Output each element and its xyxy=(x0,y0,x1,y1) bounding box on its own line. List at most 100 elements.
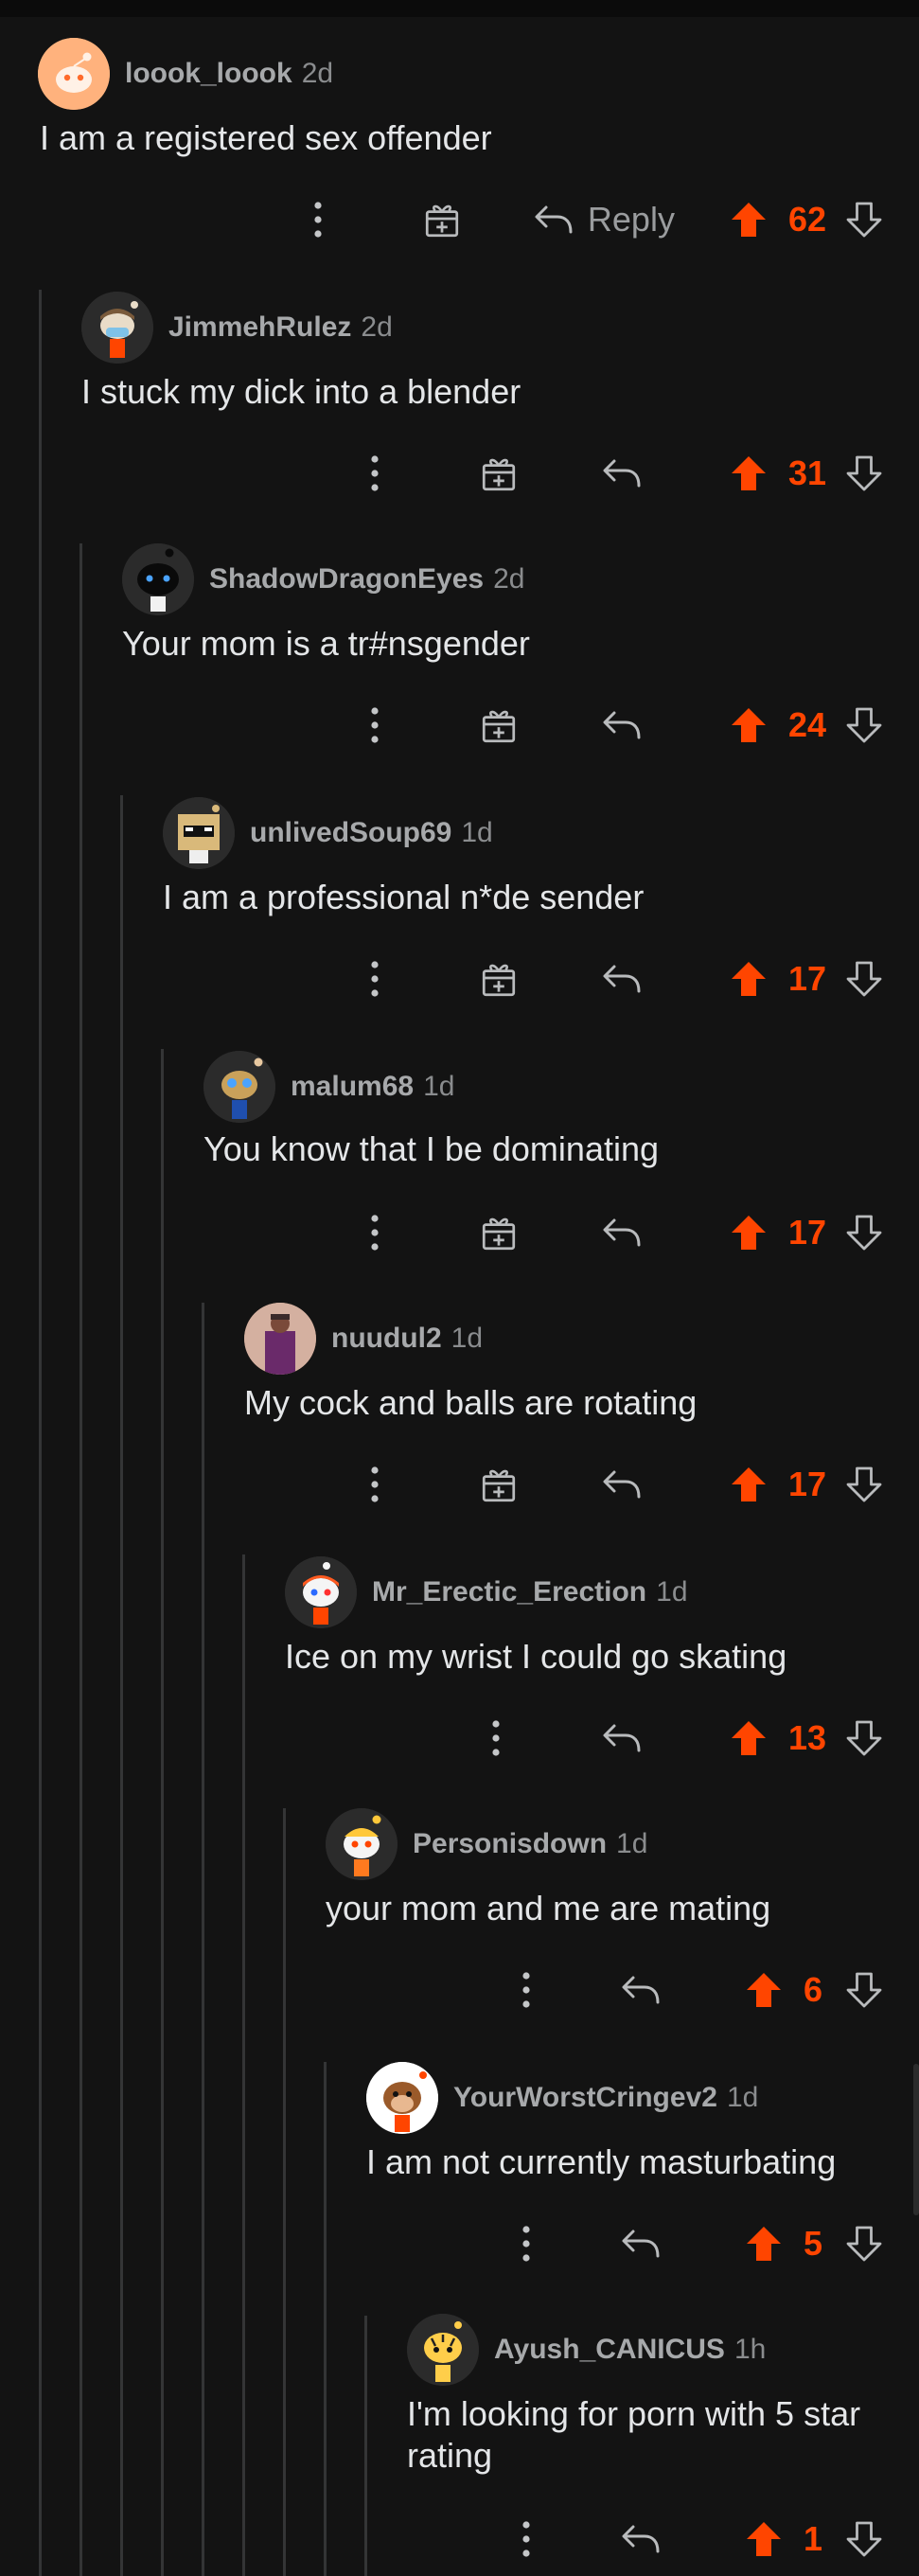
more-options-button[interactable] xyxy=(482,1719,510,1757)
upvote-button[interactable] xyxy=(728,706,769,744)
more-options-button[interactable] xyxy=(361,1466,389,1503)
award-button[interactable] xyxy=(476,959,521,999)
upvote-button[interactable] xyxy=(728,201,769,239)
thread-line-3[interactable] xyxy=(120,795,123,2576)
comment-body: Your mom is a tr#nsgender xyxy=(122,624,530,663)
upvote-arrow-icon xyxy=(730,706,768,744)
reply-icon xyxy=(601,1722,643,1754)
snoo-avatar-box-icon[interactable] xyxy=(163,797,235,869)
upvote-arrow-icon xyxy=(730,960,768,998)
upvote-arrow-icon xyxy=(730,1466,768,1503)
downvote-button[interactable] xyxy=(843,2520,885,2558)
more-options-button[interactable] xyxy=(512,2225,540,2263)
downvote-button[interactable] xyxy=(843,2225,885,2263)
reply-button[interactable] xyxy=(601,1461,643,1508)
reply-button[interactable] xyxy=(601,1714,643,1762)
award-button[interactable] xyxy=(476,453,521,493)
upvote-button[interactable] xyxy=(728,1466,769,1503)
award-button[interactable] xyxy=(419,200,465,240)
more-options-button[interactable] xyxy=(361,1214,389,1252)
more-icon xyxy=(370,454,380,492)
upvote-button[interactable] xyxy=(743,2225,785,2263)
vote-score: 62 xyxy=(787,200,826,239)
photo-avatar-purple-icon[interactable] xyxy=(244,1303,316,1375)
more-icon xyxy=(521,2225,531,2263)
snoo-avatar-blue-icon[interactable] xyxy=(203,1051,275,1123)
thread-line-2[interactable] xyxy=(80,543,82,2576)
thread-line-6[interactable] xyxy=(242,1554,245,2576)
downvote-button[interactable] xyxy=(843,1719,885,1757)
reply-button[interactable] xyxy=(601,702,643,749)
thread-line-8[interactable] xyxy=(324,2062,327,2576)
upvote-arrow-icon xyxy=(745,2520,783,2558)
award-button[interactable] xyxy=(476,1213,521,1252)
more-options-button[interactable] xyxy=(361,454,389,492)
username[interactable]: Ayush_CANICUS xyxy=(494,2334,725,2366)
username[interactable]: Mr_Erectic_Erection xyxy=(372,1576,646,1608)
username[interactable]: nuudul2 xyxy=(331,1323,442,1355)
upvote-button[interactable] xyxy=(728,1719,769,1757)
username[interactable]: JimmehRulez xyxy=(168,311,351,344)
username[interactable]: Personisdown xyxy=(413,1828,607,1860)
reply-button[interactable] xyxy=(620,1966,662,2014)
upvote-arrow-icon xyxy=(730,201,768,239)
upvote-button[interactable] xyxy=(728,1214,769,1252)
thread-line-1[interactable] xyxy=(39,290,42,2576)
thread-line-4[interactable] xyxy=(161,1049,164,2576)
upvote-arrow-icon xyxy=(730,1214,768,1252)
upvote-button[interactable] xyxy=(728,960,769,998)
username[interactable]: loook_loook xyxy=(125,58,292,90)
upvote-button[interactable] xyxy=(728,454,769,492)
more-options-button[interactable] xyxy=(361,706,389,744)
reply-label: Reply xyxy=(587,200,675,239)
reply-button[interactable] xyxy=(620,2220,662,2267)
username[interactable]: ShadowDragonEyes xyxy=(209,563,484,595)
award-button[interactable] xyxy=(476,705,521,745)
username[interactable]: unlivedSoup69 xyxy=(250,817,451,849)
thread-line-9[interactable] xyxy=(364,2316,367,2576)
more-options-button[interactable] xyxy=(361,960,389,998)
reply-button[interactable]: Reply xyxy=(533,196,675,243)
reply-button[interactable] xyxy=(601,1209,643,1256)
comment-age: 1d xyxy=(461,817,493,848)
comment-body: Ice on my wrist I could go skating xyxy=(285,1637,787,1676)
snoo-avatar-monkey-icon[interactable] xyxy=(366,2062,438,2134)
more-icon xyxy=(491,1719,501,1757)
more-options-button[interactable] xyxy=(304,201,332,239)
snoo-avatar-cap-icon[interactable] xyxy=(326,1808,398,1880)
reply-button[interactable] xyxy=(620,2515,662,2563)
reply-button[interactable] xyxy=(601,955,643,1003)
reply-icon xyxy=(620,2523,662,2555)
downvote-button[interactable] xyxy=(843,1466,885,1503)
snoo-avatar-dark-icon[interactable] xyxy=(122,543,194,615)
reply-icon xyxy=(601,1217,643,1249)
thread-line-7[interactable] xyxy=(283,1808,286,2576)
upvote-button[interactable] xyxy=(743,1971,785,2009)
snoo-avatar-mask-icon[interactable] xyxy=(81,292,153,364)
award-button[interactable] xyxy=(476,1465,521,1504)
upvote-arrow-icon xyxy=(730,454,768,492)
vote-score: 6 xyxy=(804,1970,823,2009)
downvote-button[interactable] xyxy=(843,1971,885,2009)
thread-line-5[interactable] xyxy=(202,1303,204,2576)
downvote-button[interactable] xyxy=(843,454,885,492)
snoo-avatar-orange-icon[interactable] xyxy=(38,38,110,110)
upvote-button[interactable] xyxy=(743,2520,785,2558)
more-options-button[interactable] xyxy=(512,1971,540,2009)
downvote-arrow-icon xyxy=(845,960,883,998)
comment-age: 2d xyxy=(493,563,525,595)
reply-icon xyxy=(601,963,643,995)
comment-body: I am a registered sex offender xyxy=(40,118,492,157)
vote-score: 24 xyxy=(787,705,826,744)
scrollbar[interactable] xyxy=(913,2064,919,2215)
downvote-button[interactable] xyxy=(843,960,885,998)
downvote-button[interactable] xyxy=(843,1214,885,1252)
username[interactable]: YourWorstCringev2 xyxy=(453,2082,717,2114)
snoo-avatar-orange-hair-icon[interactable] xyxy=(285,1556,357,1628)
reply-button[interactable] xyxy=(601,450,643,497)
username[interactable]: malum68 xyxy=(291,1071,414,1103)
snoo-avatar-tiger-icon[interactable] xyxy=(407,2314,479,2386)
downvote-button[interactable] xyxy=(843,201,885,239)
more-options-button[interactable] xyxy=(512,2520,540,2558)
downvote-button[interactable] xyxy=(843,706,885,744)
